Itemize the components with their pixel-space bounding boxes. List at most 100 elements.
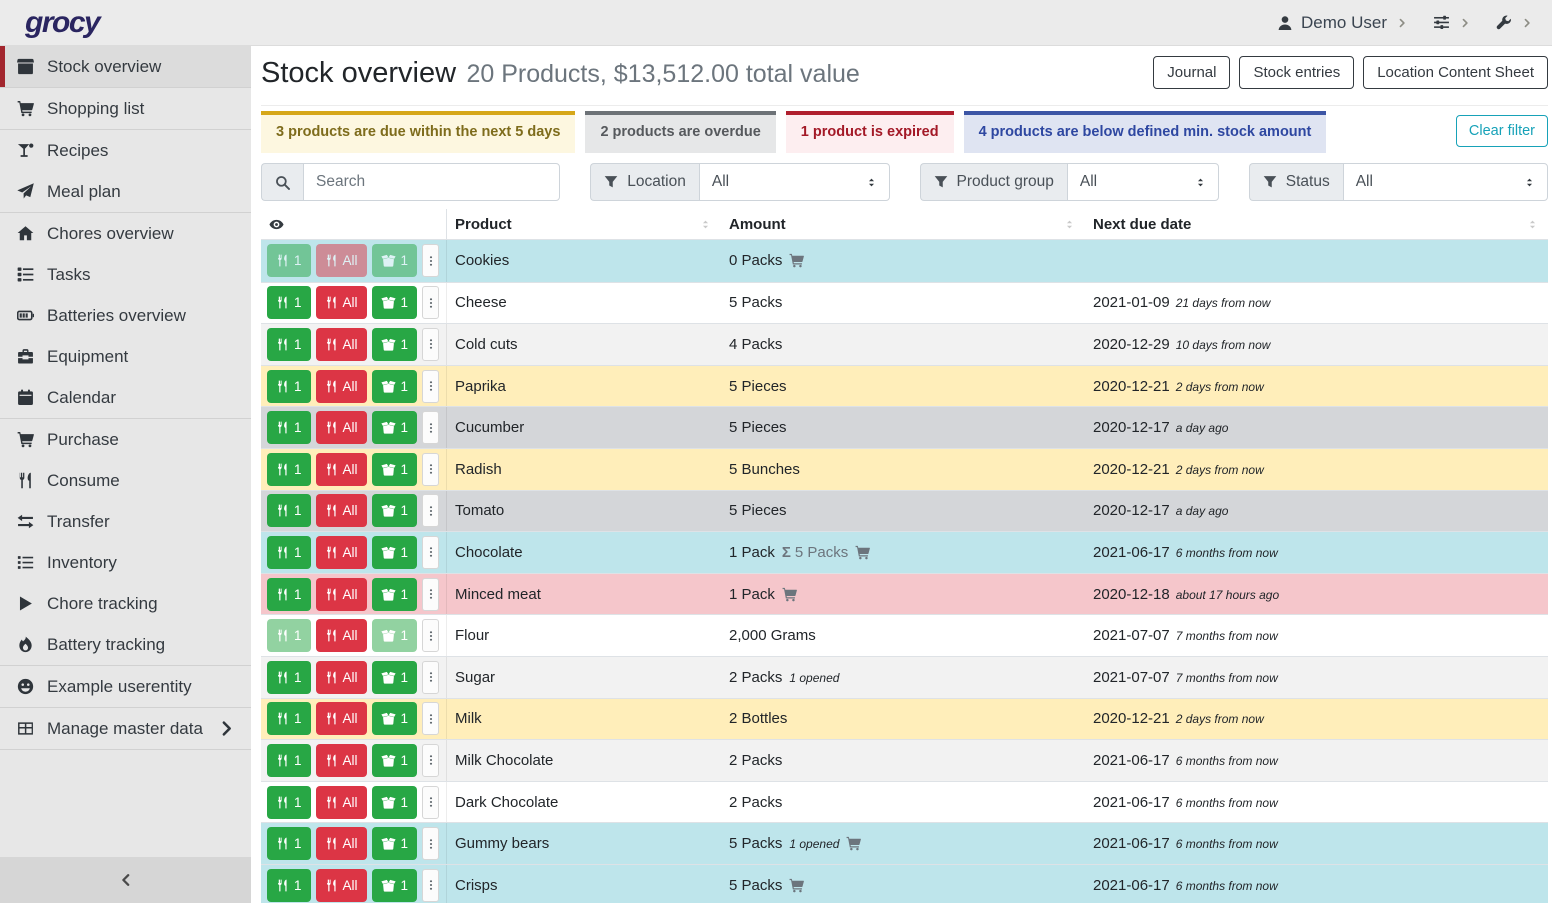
product-cell[interactable]: Crisps [447,877,721,894]
admin-menu[interactable] [1496,15,1532,31]
eye-icon[interactable] [269,217,284,232]
product-cell[interactable]: Milk [447,710,721,727]
open-one-button[interactable]: 1 [372,536,418,569]
consume-all-button[interactable]: All [316,869,367,902]
consume-all-button[interactable]: All [316,744,367,777]
shopping-cart-icon[interactable] [846,836,861,851]
sidebar-item-manage-master-data[interactable]: Manage master data [0,708,251,749]
open-one-button[interactable]: 1 [372,453,418,486]
settings-menu[interactable] [1433,14,1470,31]
sidebar-item-batteries-overview[interactable]: Batteries overview [0,295,251,336]
consume-all-button[interactable]: All [316,411,367,444]
consume-all-button[interactable]: All [316,827,367,860]
search-input[interactable] [303,163,560,201]
sidebar-item-purchase[interactable]: Purchase [0,419,251,460]
sidebar-item-example-userentity[interactable]: Example userentity [0,666,251,707]
product-cell[interactable]: Chocolate [447,544,721,561]
consume-all-button[interactable]: All [316,661,367,694]
consume-all-button[interactable]: All [316,786,367,819]
consume-one-button[interactable]: 1 [267,370,311,403]
row-menu-button[interactable] [422,244,439,277]
column-header-amount[interactable]: Amount [721,209,1085,239]
consume-all-button[interactable]: All [316,370,367,403]
row-menu-button[interactable] [422,536,439,569]
stock-entries-button[interactable]: Stock entries [1239,56,1354,89]
sidebar-item-chores-overview[interactable]: Chores overview [0,213,251,254]
expired-banner[interactable]: 1 product is expired [786,111,954,153]
product-cell[interactable]: Tomato [447,502,721,519]
consume-one-button[interactable]: 1 [267,328,311,361]
sidebar-collapse-button[interactable] [0,857,251,903]
consume-all-button[interactable]: All [316,286,367,319]
row-menu-button[interactable] [422,786,439,819]
product-cell[interactable]: Dark Chocolate [447,794,721,811]
consume-one-button[interactable]: 1 [267,494,311,527]
sidebar-item-calendar[interactable]: Calendar [0,377,251,418]
sidebar-item-transfer[interactable]: Transfer [0,501,251,542]
below-min-stock-banner[interactable]: 4 products are below defined min. stock … [964,111,1327,153]
consume-one-button[interactable]: 1 [267,578,311,611]
status-select[interactable]: All [1343,163,1548,201]
shopping-cart-icon[interactable] [789,253,804,268]
consume-one-button[interactable]: 1 [267,869,311,902]
consume-one-button[interactable]: 1 [267,702,311,735]
location-select[interactable]: All [699,163,890,201]
open-one-button[interactable]: 1 [372,786,418,819]
product-cell[interactable]: Cucumber [447,419,721,436]
sidebar-item-consume[interactable]: Consume [0,460,251,501]
sidebar-item-recipes[interactable]: Recipes [0,130,251,171]
sort-icon[interactable] [700,219,711,230]
open-one-button[interactable]: 1 [372,578,418,611]
product-cell[interactable]: Cookies [447,252,721,269]
row-menu-button[interactable] [422,370,439,403]
product-cell[interactable]: Minced meat [447,586,721,603]
consume-all-button[interactable]: All [316,453,367,486]
consume-one-button[interactable]: 1 [267,536,311,569]
overdue-banner[interactable]: 2 products are overdue [585,111,775,153]
row-menu-button[interactable] [422,661,439,694]
product-cell[interactable]: Cold cuts [447,336,721,353]
consume-all-button[interactable]: All [316,328,367,361]
row-menu-button[interactable] [422,286,439,319]
open-one-button[interactable]: 1 [372,328,418,361]
sidebar-item-shopping-list[interactable]: Shopping list [0,88,251,129]
consume-all-button[interactable]: All [316,494,367,527]
clear-filter-button[interactable]: Clear filter [1456,115,1548,147]
consume-one-button[interactable]: 1 [267,661,311,694]
shopping-cart-icon[interactable] [855,545,870,560]
row-menu-button[interactable] [422,827,439,860]
product-cell[interactable]: Paprika [447,378,721,395]
row-menu-button[interactable] [422,411,439,444]
row-menu-button[interactable] [422,328,439,361]
consume-one-button[interactable]: 1 [267,744,311,777]
sidebar-item-meal-plan[interactable]: Meal plan [0,171,251,212]
shopping-cart-icon[interactable] [789,878,804,893]
open-one-button[interactable]: 1 [372,619,418,652]
sidebar-item-tasks[interactable]: Tasks [0,254,251,295]
open-one-button[interactable]: 1 [372,286,418,319]
sidebar-item-stock-overview[interactable]: Stock overview [0,46,251,87]
consume-all-button[interactable]: All [316,619,367,652]
open-one-button[interactable]: 1 [372,702,418,735]
consume-one-button[interactable]: 1 [267,827,311,860]
sort-icon[interactable] [1527,219,1538,230]
product-cell[interactable]: Flour [447,627,721,644]
consume-all-button[interactable]: All [316,578,367,611]
consume-one-button[interactable]: 1 [267,411,311,444]
open-one-button[interactable]: 1 [372,661,418,694]
user-menu[interactable]: Demo User [1277,13,1407,33]
sidebar-item-battery-tracking[interactable]: Battery tracking [0,624,251,665]
sidebar-item-chore-tracking[interactable]: Chore tracking [0,583,251,624]
row-menu-button[interactable] [422,619,439,652]
row-menu-button[interactable] [422,494,439,527]
consume-one-button[interactable]: 1 [267,286,311,319]
product-cell[interactable]: Radish [447,461,721,478]
sidebar-item-equipment[interactable]: Equipment [0,336,251,377]
open-one-button[interactable]: 1 [372,744,418,777]
column-header-product[interactable]: Product [447,209,721,239]
product-group-select[interactable]: All [1067,163,1219,201]
consume-one-button[interactable]: 1 [267,619,311,652]
open-one-button[interactable]: 1 [372,827,418,860]
open-one-button[interactable]: 1 [372,244,418,277]
due-soon-banner[interactable]: 3 products are due within the next 5 day… [261,111,575,153]
